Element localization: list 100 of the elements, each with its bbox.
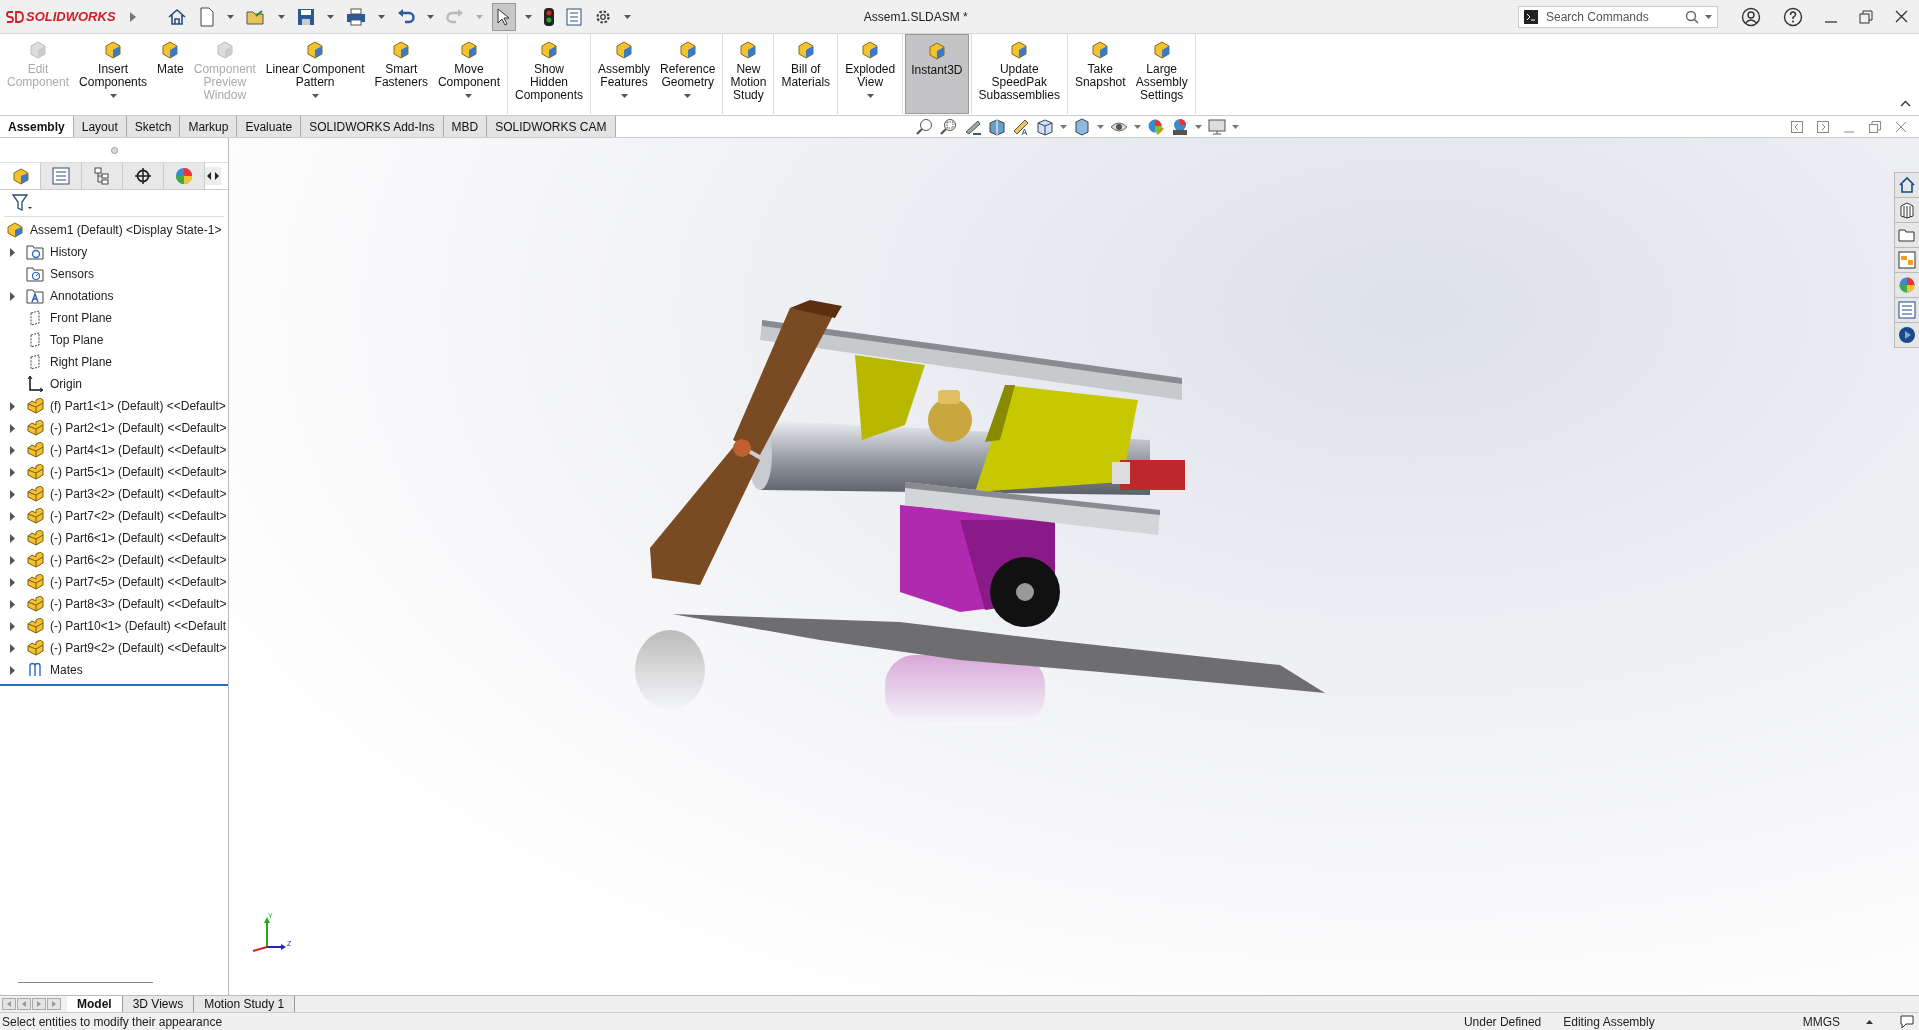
tree-item[interactable]: Right Plane <box>50 355 113 369</box>
speech-bubble-icon[interactable] <box>1899 1014 1915 1029</box>
scroll-left-icon[interactable] <box>205 167 213 185</box>
tree-item[interactable]: Mates <box>50 663 83 677</box>
tree-item[interactable]: (-) Part7<2> (Default) <<Default> <box>50 509 227 523</box>
monitor-icon[interactable] <box>1207 117 1226 136</box>
caret-icon[interactable] <box>620 94 628 98</box>
command-tab[interactable]: Layout <box>73 116 127 137</box>
expand-arrow-icon[interactable] <box>10 643 16 653</box>
new-document-icon[interactable] <box>198 6 215 27</box>
section-view-icon[interactable] <box>987 117 1006 136</box>
caret-icon[interactable] <box>277 14 285 19</box>
ribbon-command-button[interactable]: Smart Fasteners <box>369 34 433 114</box>
scroll-right-icon[interactable] <box>213 167 221 185</box>
library-tab[interactable] <box>1894 197 1919 223</box>
tree-item[interactable]: (-) Part6<2> (Default) <<Default> <box>50 553 227 567</box>
collapse-ribbon-icon[interactable] <box>1900 100 1911 107</box>
expand-arrow-icon[interactable] <box>10 401 16 411</box>
ribbon-command-button[interactable]: Bill of Materials <box>776 34 836 114</box>
save-icon[interactable] <box>296 7 315 26</box>
tree-item[interactable]: History <box>50 245 88 259</box>
command-tab[interactable]: MBD <box>443 116 488 137</box>
crosshair-tab[interactable] <box>123 163 164 189</box>
expand-arrow-icon[interactable] <box>10 533 16 543</box>
tree-item[interactable]: (-) Part5<1> (Default) <<Default> <box>50 465 227 479</box>
tree-item[interactable]: Annotations <box>50 289 114 303</box>
caret-icon[interactable] <box>524 14 532 19</box>
caret-icon[interactable] <box>1705 14 1712 19</box>
caret-up-icon[interactable] <box>1866 1019 1873 1024</box>
tree-root-item[interactable]: Assem1 (Default) <Display State-1> <box>30 223 222 237</box>
folder-tab[interactable] <box>1894 222 1919 248</box>
expand-arrow-icon[interactable] <box>10 489 16 499</box>
splitter-handle-icon[interactable] <box>110 146 118 154</box>
tree-item[interactable]: (-) Part4<1> (Default) <<Default> <box>50 443 227 457</box>
search-icon[interactable] <box>1685 9 1699 24</box>
expand-arrow-icon[interactable] <box>10 621 16 631</box>
scene-icon[interactable] <box>1170 117 1189 136</box>
zoom-area-icon[interactable] <box>939 117 958 136</box>
ribbon-command-button[interactable]: Assembly Features <box>593 34 656 114</box>
ribbon-command-button[interactable]: Show Hidden Components <box>509 34 588 114</box>
command-tab[interactable]: Markup <box>180 116 238 137</box>
expand-arrow-icon[interactable] <box>10 555 16 565</box>
command-tab[interactable]: SOLIDWORKS Add-Ins <box>301 116 444 137</box>
caret-icon[interactable] <box>1194 124 1202 129</box>
custom-properties-tab[interactable] <box>1894 297 1919 323</box>
caret-icon[interactable] <box>326 14 334 19</box>
ribbon-command-button[interactable]: Move Component <box>432 34 505 114</box>
list-icon[interactable] <box>565 7 582 26</box>
tree-item[interactable]: Sensors <box>50 267 95 281</box>
ribbon-command-button[interactable]: Linear Component Pattern <box>260 34 370 114</box>
caret-icon[interactable] <box>1096 124 1104 129</box>
palette-tab[interactable] <box>1894 247 1919 273</box>
help-icon[interactable] <box>1783 6 1803 27</box>
tree-item[interactable]: (-) Part9<2> (Default) <<Default> <box>50 641 227 655</box>
tree-item[interactable]: (-) Part3<2> (Default) <<Default> <box>50 487 227 501</box>
select-tool-button[interactable] <box>491 2 516 31</box>
tree-item[interactable]: (f) Part1<1> (Default) <<Default> <box>50 399 226 413</box>
tree-item[interactable]: Top Plane <box>50 333 104 347</box>
close-icon[interactable] <box>1895 10 1908 23</box>
command-tab[interactable]: SOLIDWORKS CAM <box>487 116 616 137</box>
ribbon-command-button[interactable]: Exploded View <box>840 34 901 114</box>
ribbon-command-button[interactable]: New Motion Study <box>725 34 772 114</box>
property-manager-tab[interactable] <box>41 163 82 189</box>
model-view-tab[interactable]: Motion Study 1 <box>194 996 296 1012</box>
caret-icon[interactable] <box>465 94 473 98</box>
ribbon-command-button[interactable]: Update SpeedPak Subassemblies <box>973 34 1065 114</box>
tree-item[interactable]: (-) Part7<5> (Default) <<Default> <box>50 575 227 589</box>
dynamic-annotation-icon[interactable] <box>1011 117 1030 136</box>
restore-icon[interactable] <box>1869 120 1881 133</box>
expand-arrow-icon[interactable] <box>10 247 16 257</box>
command-tab[interactable]: Sketch <box>126 116 181 137</box>
caret-icon[interactable] <box>426 14 434 19</box>
caret-icon[interactable] <box>109 94 117 98</box>
caret-icon[interactable] <box>1059 124 1067 129</box>
undo-icon[interactable] <box>396 8 415 25</box>
tile-left-icon[interactable] <box>1791 120 1803 133</box>
expand-arrow-icon[interactable] <box>129 11 136 22</box>
appearance-tab[interactable] <box>1894 272 1919 298</box>
tree-item[interactable]: (-) Part2<1> (Default) <<Default> <box>50 421 227 435</box>
ribbon-command-button[interactable]: Mate <box>152 34 189 114</box>
caret-icon[interactable] <box>1231 124 1239 129</box>
ribbon-command-button[interactable]: Take Snapshot <box>1069 34 1131 114</box>
ribbon-command-button[interactable]: Large Assembly Settings <box>1130 34 1193 114</box>
ribbon-command-button[interactable]: Insert Components <box>74 34 153 114</box>
tree-item[interactable]: Origin <box>50 377 82 391</box>
status-item[interactable]: MMGS <box>1802 1014 1840 1029</box>
caret-icon[interactable] <box>311 94 319 98</box>
expand-arrow-icon[interactable] <box>10 577 16 587</box>
print-icon[interactable] <box>345 7 366 26</box>
horizontal-scrollbar[interactable] <box>18 982 153 983</box>
globe-tab[interactable] <box>1894 322 1919 348</box>
home-tab[interactable] <box>1894 172 1919 198</box>
expand-arrow-icon[interactable] <box>10 511 16 521</box>
tree-item[interactable]: (-) Part6<1> (Default) <<Default> <box>50 531 227 545</box>
caret-icon[interactable] <box>377 14 385 19</box>
ribbon-command-button[interactable]: Reference Geometry <box>655 34 721 114</box>
user-account-icon[interactable] <box>1741 6 1761 27</box>
tree-item[interactable]: Front Plane <box>50 311 113 325</box>
model-view-tab[interactable]: 3D Views <box>122 996 195 1012</box>
ribbon-command-button[interactable]: Instant3D <box>905 34 969 114</box>
